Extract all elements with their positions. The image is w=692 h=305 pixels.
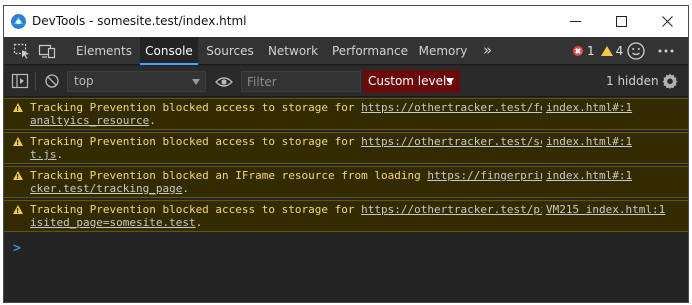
console-warning-message: Tracking Prevention blocked an IFrame re… <box>4 166 688 198</box>
console-messages: Tracking Prevention blocked access to st… <box>4 98 688 234</box>
console-warning-message: Tracking Prevention blocked access to st… <box>4 98 688 130</box>
message-text: Tracking Prevention blocked access to st… <box>30 203 574 229</box>
message-source-link[interactable]: index.html#:1 <box>542 101 633 114</box>
filter-input[interactable] <box>241 71 361 92</box>
maximize-button[interactable] <box>598 6 644 37</box>
log-levels-label: Custom levels <box>368 74 453 88</box>
live-expression-eye-icon[interactable] <box>215 74 233 90</box>
console-warning-message: Tracking Prevention blocked access to st… <box>4 132 688 164</box>
warning-icon <box>600 46 613 56</box>
console-settings-gear-icon[interactable] <box>661 72 679 90</box>
console-prompt[interactable]: > <box>13 241 21 256</box>
log-levels-dropdown[interactable]: Custom levels <box>363 70 460 93</box>
tab-sources[interactable]: Sources <box>202 37 258 65</box>
console-toolbar: top Custom levels 1 hidden <box>4 66 688 97</box>
panel-tab-bar: Elements Console Sources Network Perform… <box>4 37 688 66</box>
close-icon <box>661 16 673 27</box>
sidebar-toggle-icon[interactable] <box>11 73 29 89</box>
console-warning-message: Tracking Prevention blocked access to st… <box>4 200 688 232</box>
tab-performance[interactable]: Performance <box>328 37 412 65</box>
maximize-icon <box>615 16 627 27</box>
more-options-icon[interactable] <box>656 41 676 61</box>
warning-icon <box>13 103 23 116</box>
window-title: DevTools - somesite.test/index.html <box>32 14 247 28</box>
warning-icon <box>13 205 23 218</box>
minimize-button[interactable] <box>552 6 598 37</box>
more-tabs-icon[interactable]: » <box>483 37 492 65</box>
error-icon <box>573 46 583 56</box>
message-text: Tracking Prevention blocked an IFrame re… <box>30 169 574 195</box>
title-bar: DevTools - somesite.test/index.html <box>4 6 688 37</box>
warning-icon <box>13 137 23 150</box>
toolbar-divider <box>35 72 36 91</box>
message-source-link[interactable]: index.html#:1 <box>542 169 633 182</box>
tab-console[interactable]: Console <box>140 37 198 66</box>
context-value: top <box>74 74 94 88</box>
warning-count: 4 <box>615 44 624 58</box>
minimize-icon <box>569 21 581 22</box>
context-select[interactable]: top <box>67 71 206 92</box>
devtools-window: DevTools - somesite.test/index.html Elem… <box>3 5 689 303</box>
tab-elements[interactable]: Elements <box>70 37 138 65</box>
error-count: 1 <box>587 44 595 58</box>
feedback-smiley-icon[interactable] <box>626 41 646 61</box>
devtools-app-icon <box>11 14 26 29</box>
device-emulation-icon[interactable] <box>38 43 56 59</box>
hidden-messages-count: 1 hidden <box>606 74 659 88</box>
tab-memory[interactable]: Memory <box>416 37 470 65</box>
close-button[interactable] <box>644 6 688 37</box>
warning-icon <box>13 171 23 184</box>
message-text: Tracking Prevention blocked access to st… <box>30 101 574 127</box>
inspect-element-icon[interactable] <box>13 43 31 59</box>
message-text: Tracking Prevention blocked access to st… <box>30 135 567 161</box>
message-source-link[interactable]: index.html#:1 <box>542 135 633 148</box>
issue-counter[interactable]: 1 4 <box>573 37 623 65</box>
chevron-down-icon <box>446 78 454 84</box>
tab-network[interactable]: Network <box>264 37 322 65</box>
message-source-link[interactable]: VM215 index.html:1 <box>542 203 666 216</box>
chevron-down-icon <box>192 79 200 85</box>
clear-console-icon[interactable] <box>43 73 61 89</box>
